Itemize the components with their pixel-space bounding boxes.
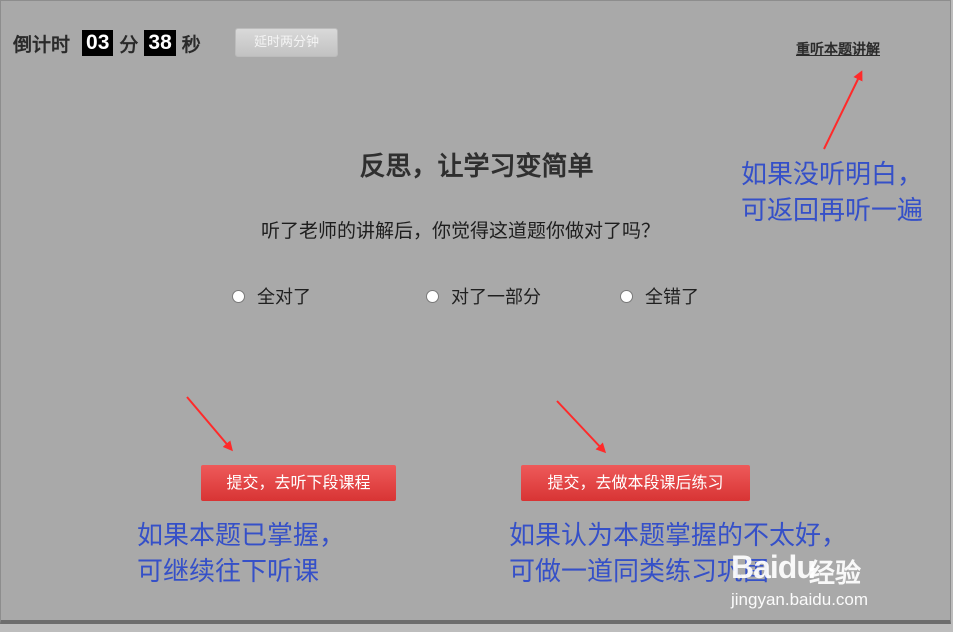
arrow-to-practice (556, 400, 607, 454)
watermark-suffix: 经验 (809, 559, 862, 589)
watermark-brand: Baidu (731, 549, 816, 585)
arrow-to-relisten (823, 70, 863, 150)
lesson-panel: 倒计时 03 分 38 秒 延时两分钟 重听本题讲解 反思，让学习变简单 听了老… (0, 0, 951, 624)
arrow-to-next-lesson (186, 396, 233, 452)
annotation-relisten: 如果没听明白， 可返回再听一遍 (741, 160, 924, 226)
annotation-next-lesson: 如果本题已掌握， 可继续往下听课 (137, 521, 346, 587)
baidu-jingyan-watermark: Baidu 经验 jingyan.baidu.com (731, 529, 911, 619)
watermark-url: jingyan.baidu.com (731, 590, 869, 609)
